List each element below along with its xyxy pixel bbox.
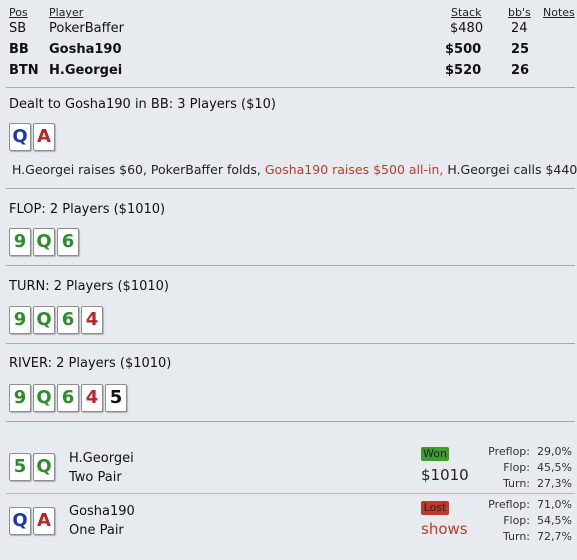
showdown-cards: 5 Q <box>9 453 55 481</box>
action-text: H.Georgei calls $440 <box>443 162 577 177</box>
player-pos: BB <box>9 42 29 57</box>
card: A <box>33 507 55 535</box>
flop-cards: 9 Q 6 <box>9 228 79 256</box>
player-row: BTN H.Georgei $520 26 <box>0 63 577 83</box>
divider <box>6 265 575 266</box>
player-row: SB PokerBaffer $480 24 <box>0 21 577 41</box>
preflop-title: Dealt to Gosha190 in BB: 3 Players ($10) <box>9 97 277 112</box>
showdown-cards: Q A <box>9 507 55 535</box>
card: 9 <box>9 384 31 412</box>
divider <box>6 343 575 344</box>
col-header-bbs[interactable]: bb's <box>508 6 531 19</box>
card: Q <box>9 507 31 535</box>
player-name: H.Georgei <box>49 63 123 78</box>
col-header-notes[interactable]: Notes <box>543 6 575 19</box>
card: 5 <box>105 384 127 412</box>
equity-label: Turn: <box>502 530 530 543</box>
preflop-action: H.Georgei raises $60, PokerBaffer folds,… <box>12 162 577 177</box>
river-title: RIVER: 2 Players ($1010) <box>9 356 172 371</box>
card: 6 <box>57 384 79 412</box>
equity-value: 72,7% <box>537 530 572 543</box>
card: 9 <box>9 306 31 334</box>
showdown-player-name[interactable]: Gosha190 <box>69 504 135 519</box>
card: 9 <box>9 228 31 256</box>
divider <box>6 87 575 88</box>
card: 6 <box>57 306 79 334</box>
equity-label: Flop: <box>503 461 530 474</box>
player-name: Gosha190 <box>49 42 122 57</box>
showdown-hand-rank: One Pair <box>69 523 124 538</box>
card: 4 <box>81 306 103 334</box>
player-row-hero: BB Gosha190 $500 25 <box>0 42 577 62</box>
hero-action-text: Gosha190 raises $500 all-in, <box>264 162 444 177</box>
pot-won-amount: $1010 <box>421 466 469 484</box>
player-stack: $500 <box>445 42 482 57</box>
turn-title: TURN: 2 Players ($1010) <box>9 279 169 294</box>
equity-value: 71,0% <box>537 498 572 511</box>
equity-value: 54,5% <box>537 514 572 527</box>
player-bbs: 26 <box>511 63 530 78</box>
player-bbs: 24 <box>511 21 528 36</box>
player-bbs: 25 <box>511 42 530 57</box>
card: Q <box>33 453 55 481</box>
divider <box>6 493 575 494</box>
equity-value: 27,3% <box>537 477 572 490</box>
card: Q <box>33 384 55 412</box>
equity-label: Preflop: <box>488 498 530 511</box>
col-header-pos[interactable]: Pos <box>9 6 28 19</box>
won-badge: Won <box>421 447 449 461</box>
card: Q <box>33 306 55 334</box>
player-stack: $520 <box>445 63 482 78</box>
player-stack: $480 <box>450 21 484 36</box>
showdown-player-name[interactable]: H.Georgei <box>69 451 134 466</box>
col-header-stack[interactable]: Stack <box>451 6 481 19</box>
flop-title: FLOP: 2 Players ($1010) <box>9 202 166 217</box>
card: 4 <box>81 384 103 412</box>
equity-value: 45,5% <box>537 461 572 474</box>
equity-value: 29,0% <box>537 445 572 458</box>
divider <box>6 421 575 422</box>
equity-label: Turn: <box>502 477 530 490</box>
showdown-hand-rank: Two Pair <box>69 470 122 485</box>
action-text: H.Georgei raises $60, PokerBaffer folds, <box>12 162 265 177</box>
lost-badge: Lost <box>421 501 449 515</box>
turn-cards: 9 Q 6 4 <box>9 306 103 334</box>
shows-label: shows <box>421 520 468 538</box>
equity-label: Preflop: <box>488 445 530 458</box>
player-name: PokerBaffer <box>49 21 124 36</box>
hole-cards: Q A <box>9 123 55 151</box>
player-pos: SB <box>9 21 27 36</box>
river-cards: 9 Q 6 4 5 <box>9 384 127 412</box>
equity-label: Flop: <box>503 514 530 527</box>
player-pos: BTN <box>9 63 39 78</box>
card: Q <box>9 123 31 151</box>
card: A <box>33 123 55 151</box>
card: 5 <box>9 453 31 481</box>
col-header-player[interactable]: Player <box>49 6 83 19</box>
card: Q <box>33 228 55 256</box>
card: 6 <box>57 228 79 256</box>
divider <box>6 188 575 189</box>
